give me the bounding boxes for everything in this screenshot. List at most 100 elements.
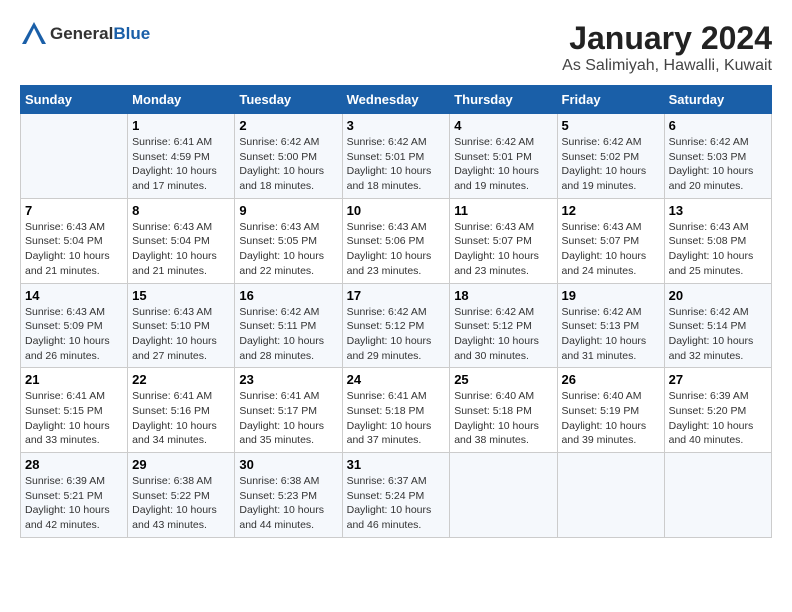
day-info: Sunrise: 6:38 AMSunset: 5:22 PMDaylight:…	[132, 474, 230, 533]
calendar-cell	[664, 453, 771, 538]
calendar-subtitle: As Salimiyah, Hawalli, Kuwait	[562, 57, 772, 75]
calendar-cell: 31Sunrise: 6:37 AMSunset: 5:24 PMDayligh…	[342, 453, 450, 538]
day-info: Sunrise: 6:43 AMSunset: 5:04 PMDaylight:…	[132, 220, 230, 279]
calendar-cell: 5 Sunrise: 6:42 AMSunset: 5:02 PMDaylight…	[557, 114, 664, 199]
day-number: 20	[669, 288, 767, 303]
day-info: Sunrise: 6:42 AMSunset: 5:03 PMDaylight:…	[669, 135, 767, 194]
day-number: 26	[562, 372, 660, 387]
day-number: 27	[669, 372, 767, 387]
calendar-cell: 19 Sunrise: 6:42 AMSunset: 5:13 PMDayligh…	[557, 283, 664, 368]
day-number: 15	[132, 288, 230, 303]
day-number: 4	[454, 118, 552, 133]
day-number: 10	[347, 203, 446, 218]
day-info: Sunrise: 6:42 AMSunset: 5:11 PMDaylight:…	[239, 305, 337, 364]
calendar-cell: 30 Sunrise: 6:38 AMSunset: 5:23 PMDayligh…	[235, 453, 342, 538]
day-info: Sunrise: 6:41 AMSunset: 5:17 PMDaylight:…	[239, 389, 337, 448]
header-sunday: Sunday	[21, 86, 128, 114]
calendar-title: January 2024	[562, 20, 772, 57]
logo: GeneralBlue	[20, 20, 150, 48]
calendar-cell: 7 Sunrise: 6:43 AMSunset: 5:04 PMDaylight…	[21, 198, 128, 283]
day-info: Sunrise: 6:43 AMSunset: 5:06 PMDaylight:…	[347, 220, 446, 279]
header: GeneralBlue January 2024 As Salimiyah, H…	[20, 20, 772, 75]
day-info: Sunrise: 6:42 AMSunset: 5:12 PMDaylight:…	[454, 305, 552, 364]
calendar-cell: 10 Sunrise: 6:43 AMSunset: 5:06 PMDayligh…	[342, 198, 450, 283]
day-number: 29	[132, 457, 230, 472]
day-number: 12	[562, 203, 660, 218]
day-info: Sunrise: 6:38 AMSunset: 5:23 PMDaylight:…	[239, 474, 337, 533]
day-info: Sunrise: 6:43 AMSunset: 5:04 PMDaylight:…	[25, 220, 123, 279]
calendar-cell: 27 Sunrise: 6:39 AMSunset: 5:20 PMDayligh…	[664, 368, 771, 453]
day-number: 11	[454, 203, 552, 218]
day-info: Sunrise: 6:41 AMSunset: 5:15 PMDaylight:…	[25, 389, 123, 448]
day-info: Sunrise: 6:41 AMSunset: 5:16 PMDaylight:…	[132, 389, 230, 448]
calendar-header-row: SundayMondayTuesdayWednesdayThursdayFrid…	[21, 86, 772, 114]
day-number: 13	[669, 203, 767, 218]
logo-icon	[20, 20, 48, 48]
day-number: 2	[239, 118, 337, 133]
calendar-cell: 21 Sunrise: 6:41 AMSunset: 5:15 PMDayligh…	[21, 368, 128, 453]
day-info: Sunrise: 6:43 AMSunset: 5:07 PMDaylight:…	[562, 220, 660, 279]
day-number: 23	[239, 372, 337, 387]
day-number: 21	[25, 372, 123, 387]
calendar-week-row: 1 Sunrise: 6:41 AMSunset: 4:59 PMDaylight…	[21, 114, 772, 199]
calendar-cell: 25Sunrise: 6:40 AMSunset: 5:18 PMDayligh…	[450, 368, 557, 453]
calendar-cell: 1 Sunrise: 6:41 AMSunset: 4:59 PMDaylight…	[128, 114, 235, 199]
day-number: 17	[347, 288, 446, 303]
day-info: Sunrise: 6:41 AMSunset: 5:18 PMDaylight:…	[347, 389, 446, 448]
title-area: January 2024 As Salimiyah, Hawalli, Kuwa…	[562, 20, 772, 75]
day-number: 24	[347, 372, 446, 387]
day-number: 5	[562, 118, 660, 133]
day-number: 28	[25, 457, 123, 472]
day-info: Sunrise: 6:42 AMSunset: 5:13 PMDaylight:…	[562, 305, 660, 364]
header-saturday: Saturday	[664, 86, 771, 114]
day-number: 1	[132, 118, 230, 133]
calendar-cell: 29 Sunrise: 6:38 AMSunset: 5:22 PMDayligh…	[128, 453, 235, 538]
day-info: Sunrise: 6:43 AMSunset: 5:07 PMDaylight:…	[454, 220, 552, 279]
calendar-cell	[557, 453, 664, 538]
calendar-week-row: 28 Sunrise: 6:39 AMSunset: 5:21 PMDayligh…	[21, 453, 772, 538]
logo-blue: Blue	[113, 24, 150, 43]
logo-general: General	[50, 24, 113, 43]
day-info: Sunrise: 6:42 AMSunset: 5:12 PMDaylight:…	[347, 305, 446, 364]
calendar-cell: 4 Sunrise: 6:42 AMSunset: 5:01 PMDaylight…	[450, 114, 557, 199]
day-number: 7	[25, 203, 123, 218]
day-number: 6	[669, 118, 767, 133]
calendar-cell: 18 Sunrise: 6:42 AMSunset: 5:12 PMDayligh…	[450, 283, 557, 368]
calendar-week-row: 14Sunrise: 6:43 AMSunset: 5:09 PMDayligh…	[21, 283, 772, 368]
calendar-cell: 20 Sunrise: 6:42 AMSunset: 5:14 PMDayligh…	[664, 283, 771, 368]
day-info: Sunrise: 6:39 AMSunset: 5:21 PMDaylight:…	[25, 474, 123, 533]
calendar-cell: 22 Sunrise: 6:41 AMSunset: 5:16 PMDayligh…	[128, 368, 235, 453]
calendar-cell	[21, 114, 128, 199]
day-info: Sunrise: 6:40 AMSunset: 5:19 PMDaylight:…	[562, 389, 660, 448]
day-info: Sunrise: 6:41 AMSunset: 4:59 PMDaylight:…	[132, 135, 230, 194]
calendar-cell: 12 Sunrise: 6:43 AMSunset: 5:07 PMDayligh…	[557, 198, 664, 283]
day-number: 22	[132, 372, 230, 387]
day-number: 8	[132, 203, 230, 218]
day-info: Sunrise: 6:42 AMSunset: 5:00 PMDaylight:…	[239, 135, 337, 194]
calendar-table: SundayMondayTuesdayWednesdayThursdayFrid…	[20, 85, 772, 538]
day-number: 18	[454, 288, 552, 303]
header-monday: Monday	[128, 86, 235, 114]
day-info: Sunrise: 6:42 AMSunset: 5:01 PMDaylight:…	[454, 135, 552, 194]
calendar-cell: 2 Sunrise: 6:42 AMSunset: 5:00 PMDaylight…	[235, 114, 342, 199]
day-info: Sunrise: 6:42 AMSunset: 5:14 PMDaylight:…	[669, 305, 767, 364]
header-wednesday: Wednesday	[342, 86, 450, 114]
day-info: Sunrise: 6:42 AMSunset: 5:02 PMDaylight:…	[562, 135, 660, 194]
day-number: 19	[562, 288, 660, 303]
calendar-cell: 11 Sunrise: 6:43 AMSunset: 5:07 PMDayligh…	[450, 198, 557, 283]
day-number: 30	[239, 457, 337, 472]
header-friday: Friday	[557, 86, 664, 114]
calendar-cell: 16Sunrise: 6:42 AMSunset: 5:11 PMDayligh…	[235, 283, 342, 368]
day-info: Sunrise: 6:43 AMSunset: 5:05 PMDaylight:…	[239, 220, 337, 279]
day-number: 25	[454, 372, 552, 387]
calendar-week-row: 7 Sunrise: 6:43 AMSunset: 5:04 PMDaylight…	[21, 198, 772, 283]
calendar-cell: 15Sunrise: 6:43 AMSunset: 5:10 PMDayligh…	[128, 283, 235, 368]
day-info: Sunrise: 6:39 AMSunset: 5:20 PMDaylight:…	[669, 389, 767, 448]
day-info: Sunrise: 6:42 AMSunset: 5:01 PMDaylight:…	[347, 135, 446, 194]
header-thursday: Thursday	[450, 86, 557, 114]
calendar-cell: 8 Sunrise: 6:43 AMSunset: 5:04 PMDaylight…	[128, 198, 235, 283]
day-number: 9	[239, 203, 337, 218]
calendar-cell: 13Sunrise: 6:43 AMSunset: 5:08 PMDayligh…	[664, 198, 771, 283]
calendar-cell: 24 Sunrise: 6:41 AMSunset: 5:18 PMDayligh…	[342, 368, 450, 453]
calendar-cell: 3Sunrise: 6:42 AMSunset: 5:01 PMDaylight…	[342, 114, 450, 199]
